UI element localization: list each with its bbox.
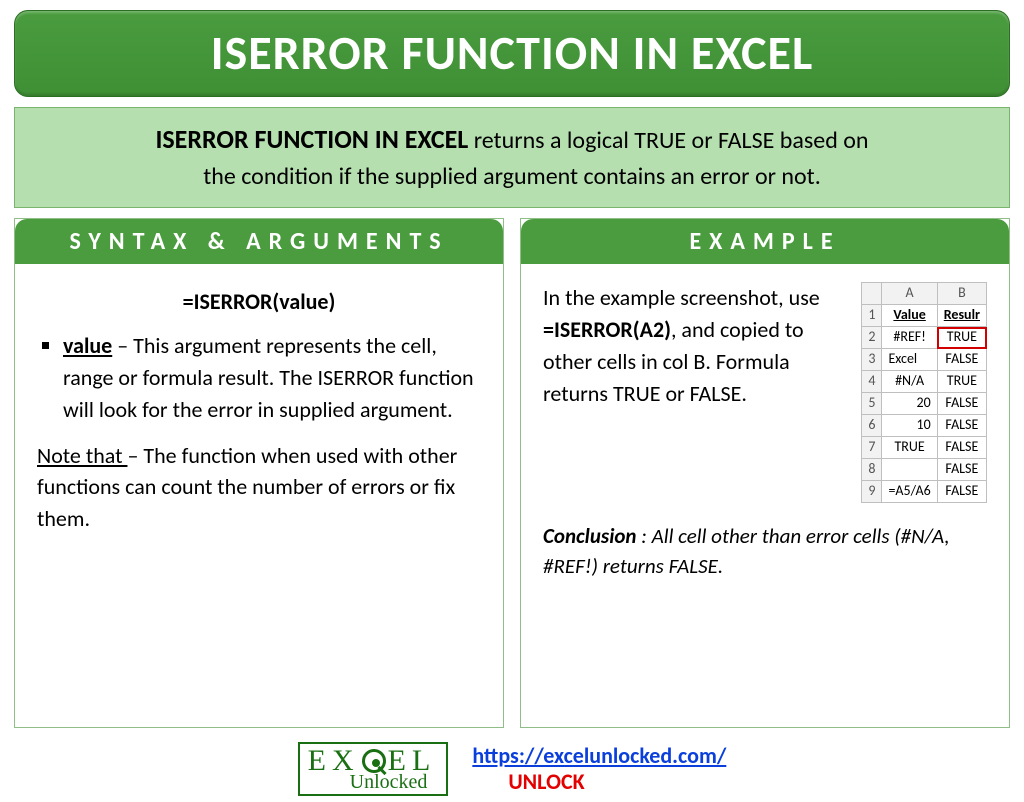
brand-logo: EX EL Unlocked	[298, 742, 449, 796]
table-row: 3ExcelFALSE	[862, 349, 987, 371]
example-body: In the example screenshot, use =ISERROR(…	[521, 264, 1009, 727]
syntax-formula: =ISERROR(value)	[37, 286, 481, 318]
footer: EX EL Unlocked https://excelunlocked.com…	[14, 738, 1010, 796]
excel-grid: A B 1 Value Resulr 2#REF!TRUE3ExcelFALSE…	[861, 282, 987, 503]
example-text: In the example screenshot, use =ISERROR(…	[543, 282, 845, 410]
description-box: ISERROR FUNCTION IN EXCEL returns a logi…	[14, 107, 1010, 208]
grid-row-number: 3	[862, 349, 882, 371]
grid-row-number: 5	[862, 393, 882, 415]
example-formula: =ISERROR(A2)	[543, 316, 671, 343]
grid-row-number: 2	[862, 327, 882, 349]
grid-cell: FALSE	[937, 415, 986, 437]
example-card: EXAMPLE In the example screenshot, use =…	[520, 218, 1010, 728]
syntax-note: Note that – The function when used with …	[37, 440, 481, 536]
grid-cell: 10	[882, 415, 937, 437]
grid-cell	[882, 459, 937, 481]
conclusion-label: Conclusion	[543, 523, 637, 549]
grid-row-number: 6	[862, 415, 882, 437]
argument-list: value – This argument represents the cel…	[37, 330, 481, 426]
grid-cell: FALSE	[937, 393, 986, 415]
site-link[interactable]: https://excelunlocked.com/	[472, 743, 726, 769]
grid-col-a: A	[882, 283, 937, 305]
syntax-body: =ISERROR(value) value – This argument re…	[15, 264, 503, 727]
description-lead: ISERROR FUNCTION IN EXCEL	[155, 123, 468, 155]
grid-row-number: 7	[862, 437, 882, 459]
grid-cell: =A5/A6	[882, 481, 937, 503]
grid-cell: #REF!	[882, 327, 937, 349]
argument-item: value – This argument represents the cel…	[63, 330, 481, 426]
grid-col-b: B	[937, 283, 986, 305]
grid-cell: FALSE	[937, 349, 986, 371]
table-row: 8 FALSE	[862, 459, 987, 481]
grid-row-1: 1	[862, 305, 882, 327]
table-row: 2#REF!TRUE	[862, 327, 987, 349]
grid-cell: FALSE	[937, 437, 986, 459]
columns: SYNTAX & ARGUMENTS =ISERROR(value) value…	[14, 218, 1010, 728]
table-row: 4#N/ATRUE	[862, 371, 987, 393]
page-title: ISERROR FUNCTION IN EXCEL	[211, 23, 814, 82]
grid-cell: FALSE	[937, 481, 986, 503]
logo-bottom-row: Unlocked	[308, 772, 428, 792]
note-label: Note that	[37, 442, 127, 469]
grid-corner	[862, 283, 882, 305]
table-row: 610FALSE	[862, 415, 987, 437]
example-para-pre: In the example screenshot, use	[543, 284, 820, 311]
grid-row-number: 4	[862, 371, 882, 393]
grid-cell: Excel	[882, 349, 937, 371]
example-conclusion: Conclusion : All cell other than error c…	[543, 521, 987, 582]
unlock-label: UNLOCK	[472, 769, 726, 795]
grid-header-b: Resulr	[937, 305, 986, 327]
grid-cell: TRUE	[937, 327, 986, 349]
magnifier-icon	[362, 749, 386, 773]
example-heading: EXAMPLE	[521, 219, 1009, 264]
grid-cell: TRUE	[937, 371, 986, 393]
grid-row-number: 9	[862, 481, 882, 503]
argument-text: – This argument represents the cell, ran…	[63, 332, 474, 423]
table-row: 7TRUEFALSE	[862, 437, 987, 459]
argument-name: value	[63, 332, 112, 359]
table-row: 9=A5/A6FALSE	[862, 481, 987, 503]
grid-cell: 20	[882, 393, 937, 415]
syntax-heading: SYNTAX & ARGUMENTS	[15, 219, 503, 264]
grid-cell: #N/A	[882, 371, 937, 393]
description-text-2: the condition if the supplied argument c…	[203, 162, 821, 191]
grid-cell: TRUE	[882, 437, 937, 459]
footer-link-block: https://excelunlocked.com/ UNLOCK	[472, 743, 726, 796]
description-text-1: returns a logical TRUE or FALSE based on	[468, 126, 868, 155]
grid-header-a: Value	[882, 305, 937, 327]
grid-cell: FALSE	[937, 459, 986, 481]
syntax-card: SYNTAX & ARGUMENTS =ISERROR(value) value…	[14, 218, 504, 728]
page-title-banner: ISERROR FUNCTION IN EXCEL	[14, 10, 1010, 97]
table-row: 520FALSE	[862, 393, 987, 415]
grid-row-number: 8	[862, 459, 882, 481]
